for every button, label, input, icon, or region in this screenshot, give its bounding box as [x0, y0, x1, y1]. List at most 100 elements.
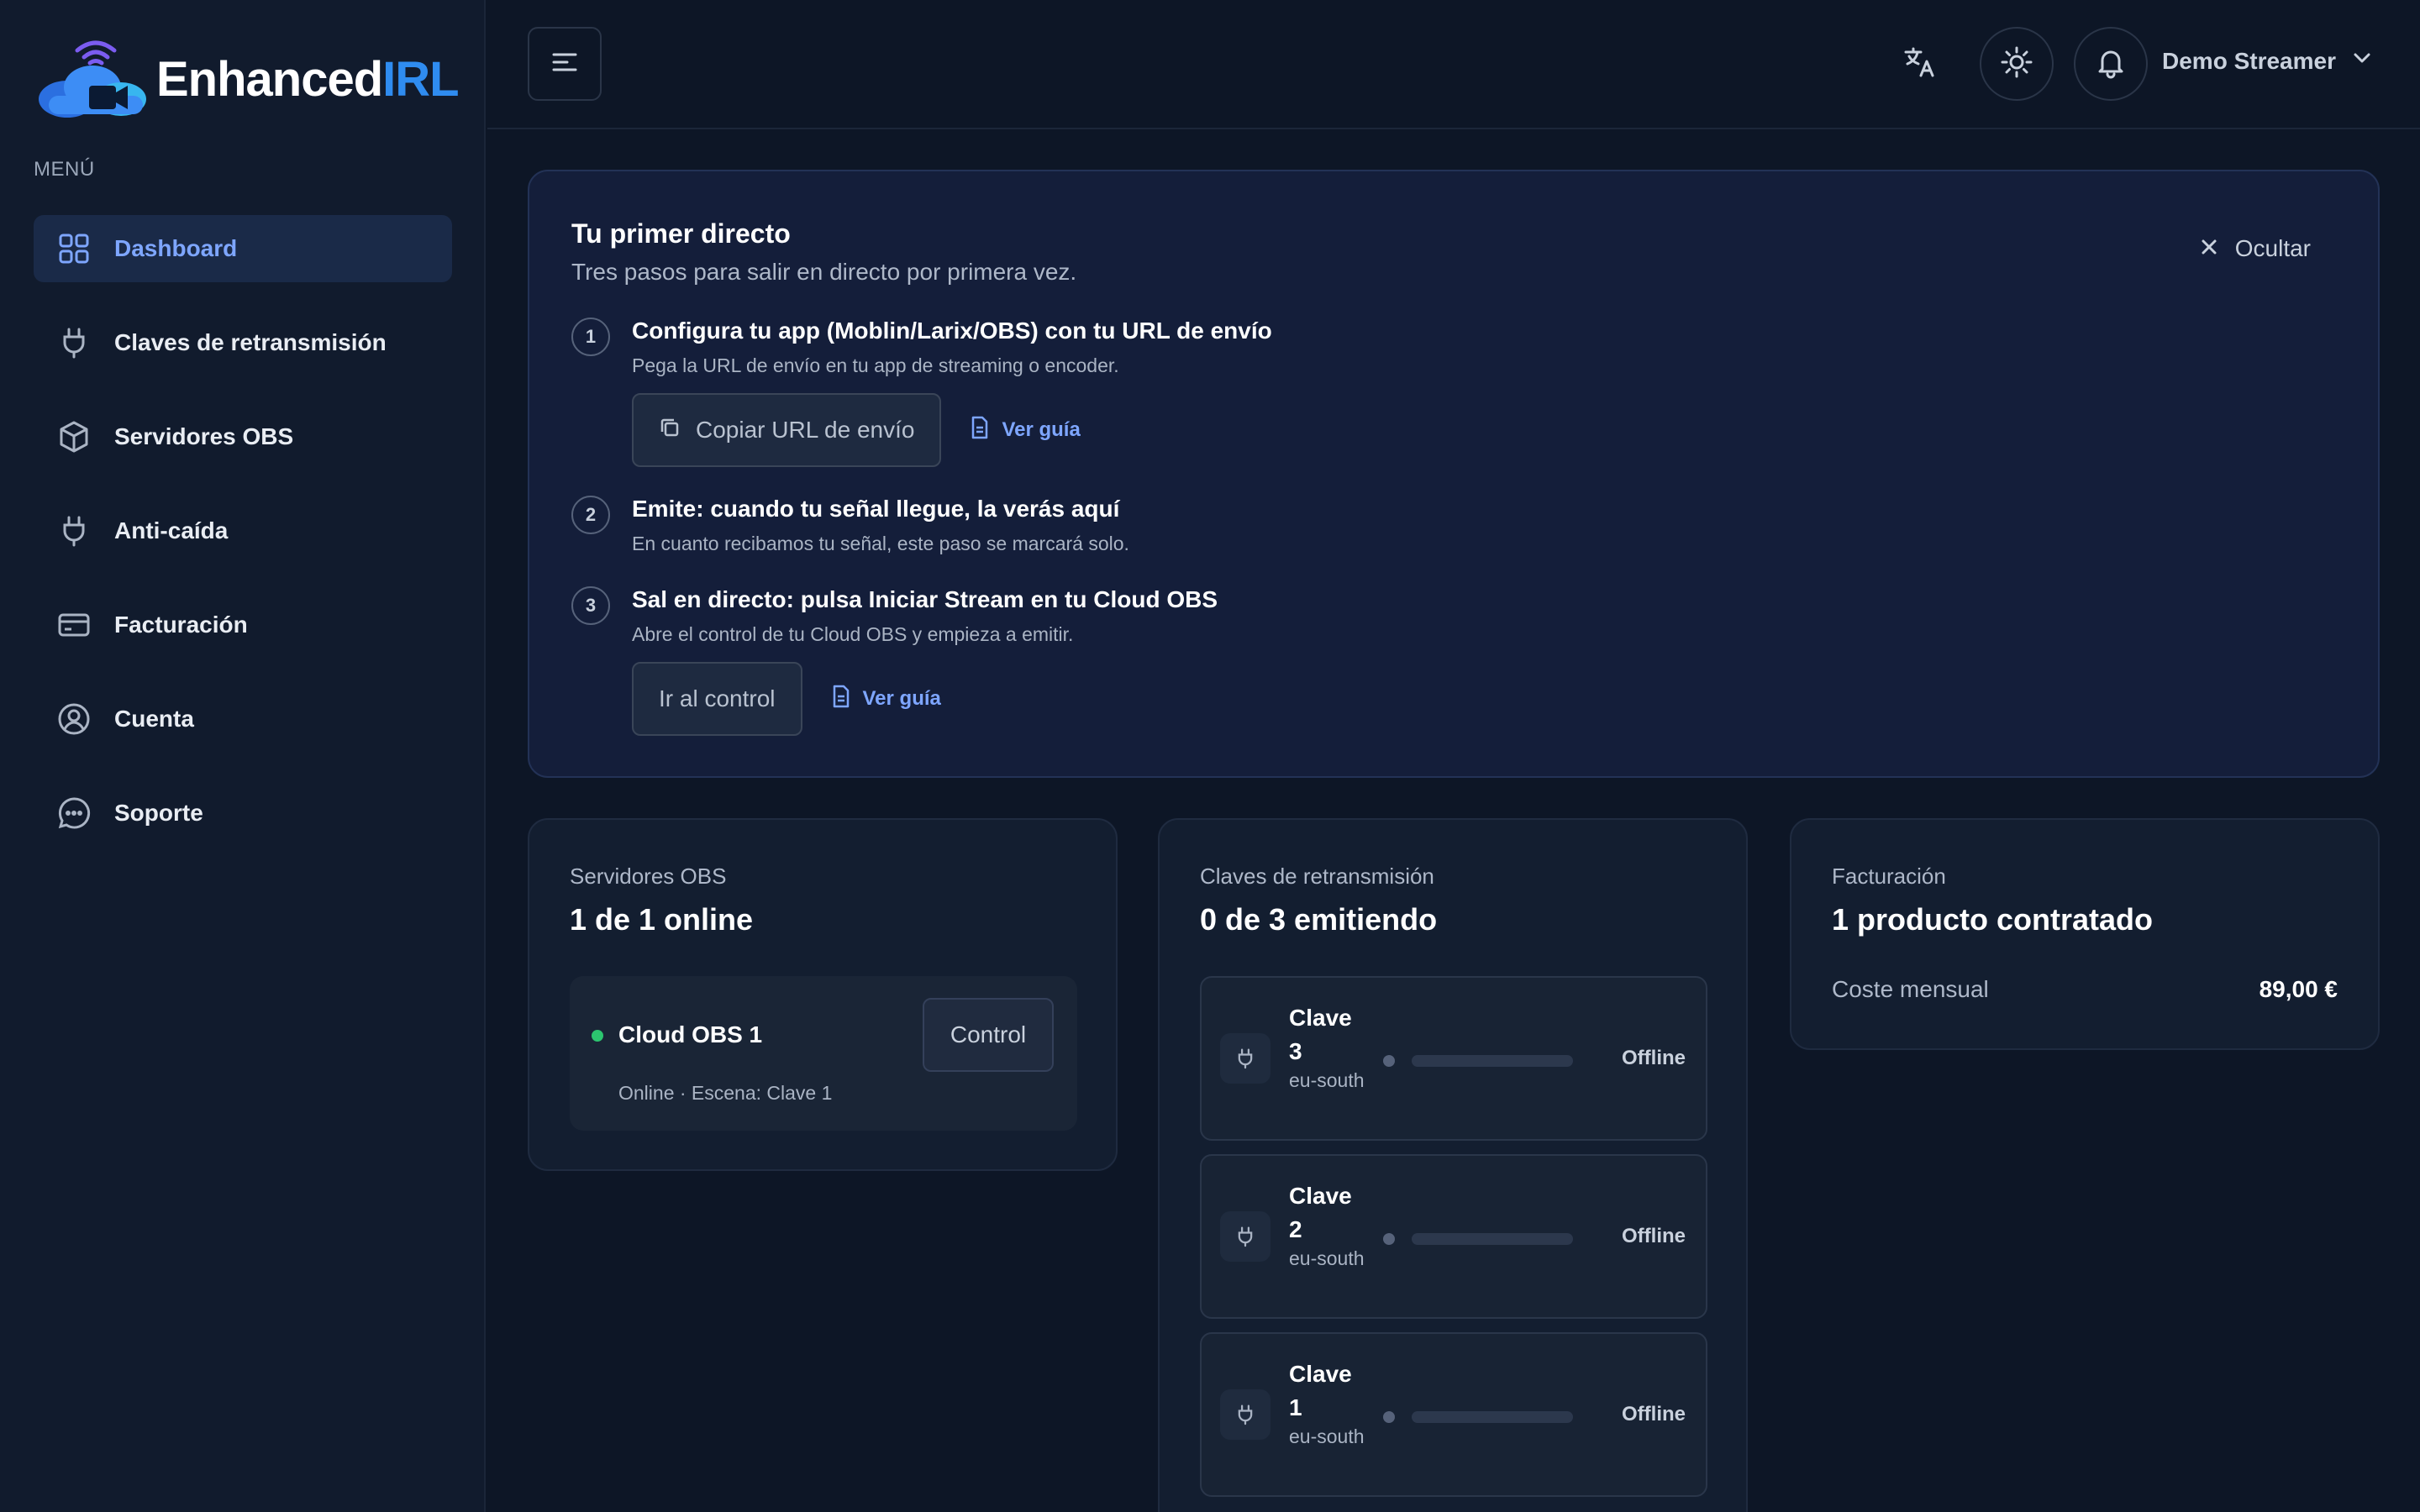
status-dot	[1383, 1055, 1395, 1067]
user-name: Demo Streamer	[2162, 47, 2336, 74]
billing-card: Facturación 1 producto contratado Coste …	[1790, 818, 2380, 1050]
sidebar-item-label: Facturación	[114, 612, 248, 638]
copy-icon	[659, 417, 681, 444]
step-actions: Ir al control Ver guía	[632, 662, 941, 736]
step-title: Emite: cuando tu señal llegue, la verás …	[632, 496, 1120, 522]
view-guide-label: Ver guía	[1002, 418, 1081, 441]
sidebar-item-label: Anti-caída	[114, 517, 229, 543]
stream-key-region: eu-south	[1289, 1069, 1365, 1091]
user-circle-icon	[57, 702, 91, 736]
card-value: 0 de 3 emitiendo	[1200, 902, 1438, 937]
server-row: Cloud OBS 1 Online · Escena: Clave 1 Con…	[570, 976, 1077, 1131]
sun-icon	[2000, 45, 2033, 83]
stream-key-name: Clave 2	[1289, 1183, 1352, 1242]
monthly-cost-row: Coste mensual 89,00 €	[1832, 976, 2338, 1003]
card-value: 1 de 1 online	[570, 902, 754, 937]
obs-servers-card: Servidores OBS 1 de 1 online Cloud OBS 1…	[528, 818, 1118, 1171]
plug-icon	[57, 514, 91, 548]
step-description: Abre el control de tu Cloud OBS y empiez…	[632, 623, 1074, 645]
card-label: Servidores OBS	[570, 864, 727, 889]
user-menu[interactable]: Demo Streamer	[2162, 47, 2373, 75]
brand-name: EnhancedIRL	[156, 51, 460, 108]
cube-icon	[57, 420, 91, 454]
stream-key-row[interactable]: Clave 2 eu-south Offline	[1200, 1154, 1707, 1319]
sidebar-item-label: Soporte	[114, 800, 203, 826]
view-guide-link[interactable]: Ver guía	[970, 416, 1081, 445]
server-meta: Online · Escena: Clave 1	[618, 1082, 833, 1104]
stream-keys-card: Claves de retransmisión 0 de 3 emitiendo…	[1158, 818, 1748, 1512]
view-guide-label: Ver guía	[862, 687, 941, 710]
menu-lines-icon	[550, 48, 579, 81]
step-number: 2	[571, 496, 610, 534]
stream-key-region: eu-south	[1289, 1425, 1365, 1447]
stream-key-status: Offline	[1622, 1047, 1686, 1069]
step-title: Sal en directo: pulsa Iniciar Stream en …	[632, 586, 1218, 612]
sidebar-item-billing[interactable]: Facturación	[34, 591, 452, 659]
status-dot	[1383, 1233, 1395, 1245]
stream-key-row[interactable]: Clave 1 eu-south Offline	[1200, 1332, 1707, 1497]
card-label: Facturación	[1832, 864, 1946, 889]
step-number: 3	[571, 586, 610, 625]
onboarding-title: Tu primer directo	[571, 218, 791, 249]
sidebar-item-label: Cuenta	[114, 706, 194, 732]
brand-name-part1: Enhanced	[156, 51, 383, 107]
step-actions: Copiar URL de envío Ver guía	[632, 393, 1081, 467]
sidebar-nav: Dashboard Claves de retransmisión Servid…	[34, 215, 452, 874]
view-guide-link[interactable]: Ver guía	[831, 685, 941, 714]
chat-icon	[57, 796, 91, 830]
menu-title: MENÚ	[34, 158, 95, 181]
server-name: Cloud OBS 1	[618, 1021, 763, 1047]
document-icon	[970, 416, 990, 445]
credit-card-icon	[57, 608, 91, 642]
step-description: Pega la URL de envío en tu app de stream…	[632, 354, 1119, 376]
brand-name-part2: IRL	[382, 51, 459, 107]
onboarding-subtitle: Tres pasos para salir en directo por pri…	[571, 259, 1077, 285]
stream-key-row[interactable]: Clave 3 eu-south Offline	[1200, 976, 1707, 1141]
server-control-button[interactable]: Control	[923, 998, 1054, 1072]
monthly-cost-label: Coste mensual	[1832, 976, 1989, 1002]
plug-icon	[1220, 1211, 1270, 1262]
sidebar-item-dashboard[interactable]: Dashboard	[34, 215, 452, 282]
signal-bar	[1412, 1233, 1573, 1245]
hide-onboarding-button[interactable]: Ocultar	[2200, 235, 2311, 262]
sidebar-item-support[interactable]: Soporte	[34, 780, 452, 847]
sidebar-item-label: Dashboard	[114, 235, 238, 261]
card-value: 1 producto contratado	[1832, 902, 2154, 937]
chevron-down-icon	[2351, 47, 2373, 75]
language-button[interactable]	[1882, 27, 1956, 101]
sidebar-item-label: Claves de retransmisión	[114, 329, 387, 355]
hide-label: Ocultar	[2234, 235, 2311, 261]
stream-key-status: Offline	[1622, 1403, 1686, 1425]
sidebar-item-anti-drop[interactable]: Anti-caída	[34, 497, 452, 564]
copy-send-url-label: Copiar URL de envío	[696, 417, 915, 443]
online-status-dot	[592, 1030, 603, 1042]
plug-icon	[1220, 1389, 1270, 1440]
menu-toggle-button[interactable]	[528, 27, 602, 101]
stream-key-region: eu-south	[1289, 1247, 1365, 1269]
go-to-control-button[interactable]: Ir al control	[632, 662, 802, 736]
stream-key-name: Clave 3	[1289, 1005, 1352, 1064]
card-label: Claves de retransmisión	[1200, 864, 1434, 889]
cloud-camera-logo-icon	[34, 25, 151, 118]
plug-icon	[57, 326, 91, 360]
theme-toggle-button[interactable]	[1980, 27, 2054, 101]
copy-send-url-button[interactable]: Copiar URL de envío	[632, 393, 942, 467]
step-description: En cuanto recibamos tu señal, este paso …	[632, 533, 1129, 554]
bell-icon	[2094, 45, 2128, 83]
top-bar: Demo Streamer	[487, 0, 2420, 129]
grid-icon	[57, 232, 91, 265]
notifications-button[interactable]	[2074, 27, 2148, 101]
go-to-control-label: Ir al control	[659, 685, 776, 711]
sidebar-item-stream-keys[interactable]: Claves de retransmisión	[34, 309, 452, 376]
close-icon	[2200, 235, 2218, 262]
sidebar-item-account[interactable]: Cuenta	[34, 685, 452, 753]
status-dot	[1383, 1411, 1395, 1423]
brand-logo[interactable]: EnhancedIRL	[34, 25, 460, 118]
sidebar: EnhancedIRL MENÚ Dashboard Claves de ret…	[0, 0, 486, 1512]
onboarding-card: Tu primer directo Tres pasos para salir …	[528, 170, 2380, 778]
sidebar-item-label: Servidores OBS	[114, 423, 294, 449]
signal-bar	[1412, 1411, 1573, 1423]
sidebar-item-obs-servers[interactable]: Servidores OBS	[34, 403, 452, 470]
signal-bar	[1412, 1055, 1573, 1067]
monthly-cost-value: 89,00 €	[2259, 976, 2338, 1002]
